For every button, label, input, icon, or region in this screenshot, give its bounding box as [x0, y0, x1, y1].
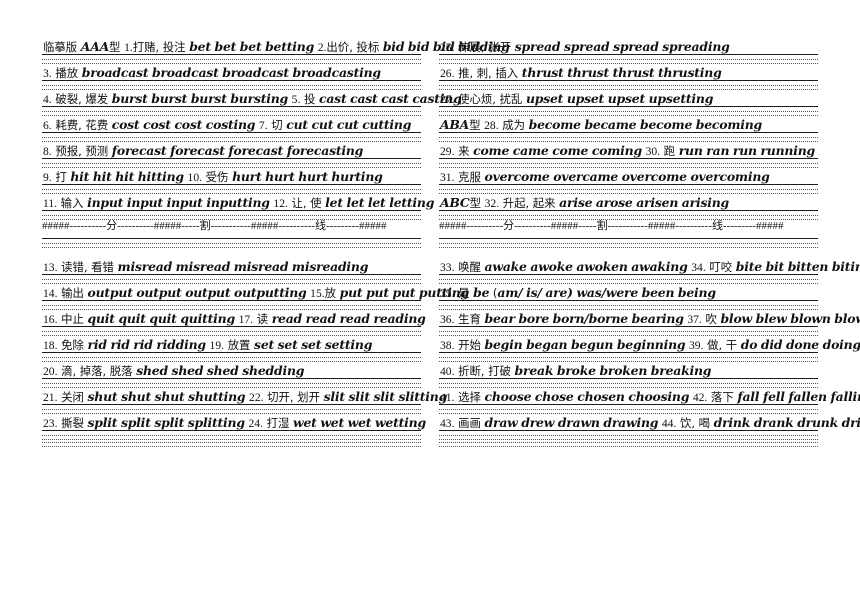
vocabulary-entry: 4. 破裂, 爆发 burst burst burst bursting 5. … — [42, 90, 462, 116]
vocabulary-entry: 26. 推, 刺, 插入 thrust thrust thrust thrust… — [439, 64, 818, 90]
entry-text: 23. 撕裂 split split split splitting 24. 打… — [43, 415, 426, 430]
entry-text: 6. 耗费, 花费 cost cost cost costing 7. 切 cu… — [43, 117, 412, 132]
entry-text: 40. 折断, 打破 break broke broken breaking — [440, 363, 712, 378]
entry-text: 18. 免除 rid rid rid ridding 19. 放置 set se… — [43, 337, 373, 352]
entry-text: 13. 读错, 看错 misread misread misread misre… — [43, 259, 369, 274]
section-divider: #####----------分----------#####-----割---… — [42, 220, 421, 250]
entry-text: 14. 输出 output output output outputting 1… — [43, 285, 470, 300]
vocabulary-entry: 8. 预报, 预测 forecast forecast forecast for… — [42, 142, 421, 168]
entry-text: 35. 是 be (am/ is/ are) was/were been bei… — [440, 285, 716, 300]
entry-text: 27. 使心烦, 扰乱 upset upset upset upsetting — [440, 91, 714, 106]
entry-text: ABC型 32. 升起, 起来 arise arose arisen arisi… — [440, 195, 729, 210]
vocabulary-entry: 33. 唤醒 awake awoke awoken awaking 34. 叮咬… — [439, 258, 860, 284]
trailing-rule — [439, 440, 818, 454]
entry-text: 3. 播放 broadcast broadcast broadcast broa… — [43, 65, 381, 80]
entry-text: 9. 打 hit hit hit hitting 10. 受伤 hurt hur… — [43, 169, 383, 184]
vocabulary-entry: 16. 中止 quit quit quit quitting 17. 读 rea… — [42, 310, 426, 336]
vocabulary-entry: 13. 读错, 看错 misread misread misread misre… — [42, 258, 421, 284]
entry-text: 25. 伸展; 张开 spread spread spread spreadin… — [440, 39, 730, 54]
entry-text: 20. 滴, 掉落, 脱落 shed shed shed shedding — [43, 363, 305, 378]
vocabulary-entry: 41. 选择 choose chose chosen choosing 42. … — [439, 388, 860, 414]
entry-text: 26. 推, 刺, 插入 thrust thrust thrust thrust… — [440, 65, 722, 80]
vocabulary-entry: 14. 输出 output output output outputting 1… — [42, 284, 470, 310]
entry-text: 31. 克服 overcome overcame overcome overco… — [440, 169, 770, 184]
vocabulary-entry: 18. 免除 rid rid rid ridding 19. 放置 set se… — [42, 336, 421, 362]
worksheet-page: 临摹版 AAA型 1.打赌, 投注 bet bet bet betting 2.… — [0, 0, 860, 607]
entry-text: 8. 预报, 预测 forecast forecast forecast for… — [43, 143, 364, 158]
right-column: 25. 伸展; 张开 spread spread spread spreadin… — [439, 38, 860, 587]
vocabulary-entry: 40. 折断, 打破 break broke broken breaking — [439, 362, 818, 388]
entry-text: 11. 输入 input input input inputting 12. 让… — [43, 195, 435, 210]
entry-text: 临摹版 AAA型 1.打赌, 投注 bet bet bet betting 2.… — [43, 39, 510, 54]
entry-text: 21. 关闭 shut shut shut shutting 22. 切开, 划… — [43, 389, 448, 404]
vocabulary-entry: 20. 滴, 掉落, 脱落 shed shed shed shedding — [42, 362, 421, 388]
vocabulary-entry: 9. 打 hit hit hit hitting 10. 受伤 hurt hur… — [42, 168, 421, 194]
entry-text: 33. 唤醒 awake awoke awoken awaking 34. 叮咬… — [440, 259, 860, 274]
vocabulary-entry: 36. 生育 bear bore born/borne bearing 37. … — [439, 310, 860, 336]
vocabulary-entry: 临摹版 AAA型 1.打赌, 投注 bet bet bet betting 2.… — [42, 38, 510, 64]
entry-text: 4. 破裂, 爆发 burst burst burst bursting 5. … — [43, 91, 462, 106]
vocabulary-entry: 35. 是 be (am/ is/ are) was/were been bei… — [439, 284, 818, 310]
vocabulary-entry: 11. 输入 input input input inputting 12. 让… — [42, 194, 435, 220]
vocabulary-entry: 27. 使心烦, 扰乱 upset upset upset upsetting — [439, 90, 818, 116]
vocabulary-entry: 3. 播放 broadcast broadcast broadcast broa… — [42, 64, 421, 90]
section-divider: #####----------分----------#####-----割---… — [439, 220, 818, 250]
vocabulary-entry: 21. 关闭 shut shut shut shutting 22. 切开, 划… — [42, 388, 448, 414]
entry-text: ABA型 28. 成为 become became become becomin… — [440, 117, 763, 132]
entry-text: 38. 开始 begin began begun beginning 39. 做… — [440, 337, 860, 352]
entry-text: 43. 画画 draw drew drawn drawing 44. 饮, 喝 … — [440, 415, 860, 430]
vocabulary-entry: 23. 撕裂 split split split splitting 24. 打… — [42, 414, 426, 440]
ruling-lines — [439, 233, 818, 251]
divider-text: #####----------分----------#####-----割---… — [439, 220, 784, 232]
divider-text: #####----------分----------#####-----割---… — [42, 220, 387, 232]
ruling-lines — [42, 233, 421, 251]
trailing-rule — [42, 440, 421, 454]
vocabulary-entry: 31. 克服 overcome overcame overcome overco… — [439, 168, 818, 194]
vocabulary-entry: 43. 画画 draw drew drawn drawing 44. 饮, 喝 … — [439, 414, 860, 440]
entry-text: 16. 中止 quit quit quit quitting 17. 读 rea… — [43, 311, 426, 326]
entry-text: 36. 生育 bear bore born/borne bearing 37. … — [440, 311, 860, 326]
vocabulary-entry: 29. 来 come came come coming 30. 跑 run ra… — [439, 142, 818, 168]
left-column: 临摹版 AAA型 1.打赌, 投注 bet bet bet betting 2.… — [42, 38, 510, 587]
vocabulary-entry: 6. 耗费, 花费 cost cost cost costing 7. 切 cu… — [42, 116, 421, 142]
vocabulary-entry: ABC型 32. 升起, 起来 arise arose arisen arisi… — [439, 194, 818, 220]
vocabulary-entry: 38. 开始 begin began begun beginning 39. 做… — [439, 336, 860, 362]
two-column-layout: 临摹版 AAA型 1.打赌, 投注 bet bet bet betting 2.… — [42, 38, 860, 587]
entry-text: 29. 来 come came come coming 30. 跑 run ra… — [440, 143, 815, 158]
vocabulary-entry: ABA型 28. 成为 become became become becomin… — [439, 116, 818, 142]
entry-text: 41. 选择 choose chose chosen choosing 42. … — [440, 389, 860, 404]
vocabulary-entry: 25. 伸展; 张开 spread spread spread spreadin… — [439, 38, 818, 64]
